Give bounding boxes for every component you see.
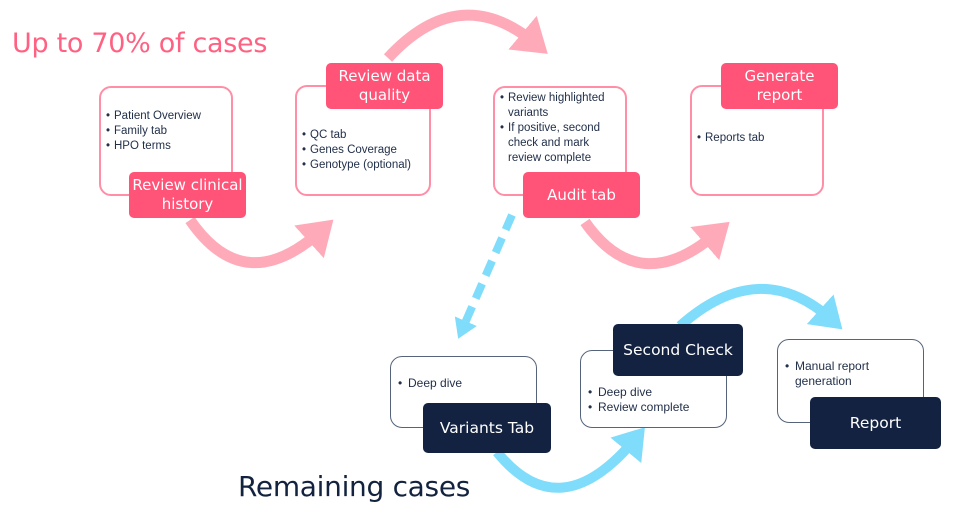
arrow-audit-to-report [580,218,730,269]
heading-remaining-cases: Remaining cases [238,470,471,503]
list-item: Deep dive [588,385,720,400]
arrow-audit-to-variants-dashed [454,213,516,339]
list-item: HPO terms [106,139,225,154]
list-item: QC tab [302,128,423,143]
step-review-clinical-history[interactable]: Review clinical history [129,172,246,218]
step-review-data-quality[interactable]: Review data quality [326,63,443,109]
step-second-check[interactable]: Second Check [613,324,743,376]
clinical-history-list: Patient Overview Family tab HPO terms [106,109,225,154]
second-check-list: Deep dive Review complete [588,385,720,415]
list-item: Reports tab [697,131,816,146]
audit-list: Review highlighted variants If positive,… [500,91,619,166]
arrow-quality-to-audit [383,9,548,62]
list-item: Review complete [588,400,720,415]
list-item: Patient Overview [106,109,225,124]
list-item: Manual report generation [785,359,917,389]
list-item: Family tab [106,124,225,139]
report-list: Manual report generation [785,359,917,389]
list-item: If positive, second check and mark revie… [500,121,619,166]
generate-report-list: Reports tab [697,131,816,146]
data-quality-list: QC tab Genes Coverage Genotype (optional… [302,128,423,173]
step-generate-report[interactable]: Generate report [721,63,838,109]
step-variants-tab[interactable]: Variants Tab [423,403,551,453]
list-item: Genotype (optional) [302,158,423,173]
variants-list: Deep dive [398,376,530,391]
arrow-clinical-to-quality [185,216,334,268]
list-item: Genes Coverage [302,143,423,158]
list-item: Review highlighted variants [500,91,619,121]
step-audit-tab[interactable]: Audit tab [523,172,640,218]
arrow-second-check-to-report [676,284,843,330]
list-item: Deep dive [398,376,530,391]
heading-up-to-70-percent: Up to 70% of cases [12,28,268,59]
step-report[interactable]: Report [810,397,941,449]
